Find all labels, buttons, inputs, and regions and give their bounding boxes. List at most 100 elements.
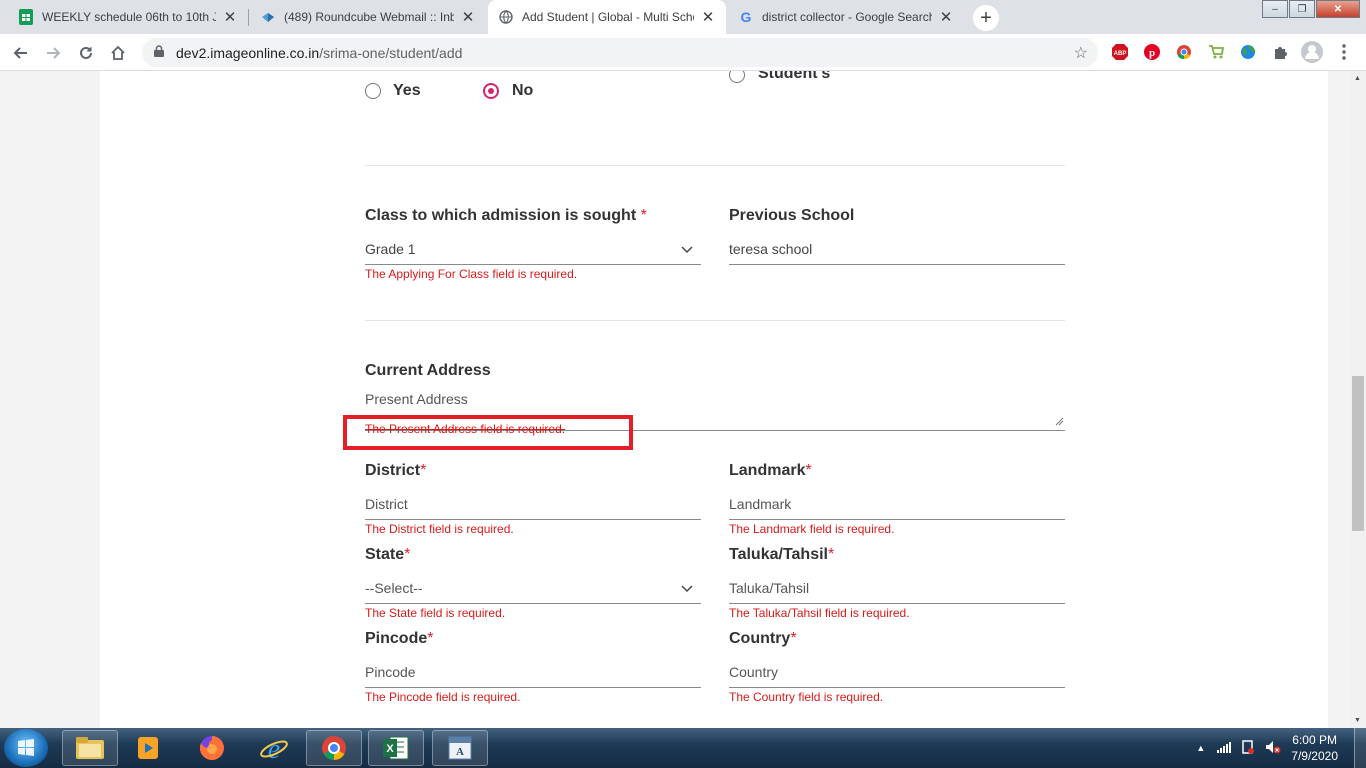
tab-title: Add Student | Global - Multi School — [522, 10, 694, 24]
taluka-placeholder: Taluka/Tahsil — [729, 580, 810, 596]
close-tab-icon[interactable]: ✕ — [938, 9, 954, 26]
country-error: The Country field is required. — [729, 690, 884, 704]
clock-date: 7/9/2020 — [1291, 749, 1338, 763]
svg-text:X: X — [386, 743, 394, 755]
previous-school-input[interactable]: teresa school — [729, 235, 1065, 265]
chrome-taskbar-icon[interactable] — [306, 730, 362, 766]
clock[interactable]: 6:00 PM 7/9/2020 — [1291, 732, 1338, 764]
url-host: dev2.imageonline.co.in — [176, 44, 320, 61]
scroll-down-arrow-icon[interactable]: ▼ — [1354, 717, 1361, 724]
close-window-button[interactable]: ✕ — [1316, 0, 1360, 18]
start-button[interactable] — [4, 729, 48, 767]
tab-title: (489) Roundcube Webmail :: Inbox — [284, 10, 454, 24]
bookmark-star-icon[interactable]: ☆ — [1074, 43, 1088, 63]
window-controls: – ❐ ✕ — [1261, 0, 1360, 18]
class-label: Class to which admission is sought * — [365, 207, 647, 224]
maximize-button[interactable]: ❐ — [1289, 0, 1315, 18]
student-form: Yes No Student's Class to which admissio… — [100, 71, 1328, 728]
home-icon[interactable] — [104, 39, 132, 67]
taluka-label: Taluka/Tahsil* — [729, 546, 835, 563]
browser-toolbar: dev2.imageonline.co.in/srima-one/student… — [0, 34, 1366, 71]
google-sheets-icon — [18, 9, 34, 25]
internet-explorer-icon[interactable]: e — [246, 730, 302, 766]
previous-school-label: Previous School — [729, 207, 855, 224]
taluka-error: The Taluka/Tahsil field is required. — [729, 606, 910, 620]
required-mark: * — [640, 207, 647, 224]
tab-weekly-schedule[interactable]: WEEKLY schedule 06th to 10th July ✕ — [8, 0, 248, 34]
back-arrow-icon[interactable] — [6, 39, 34, 67]
show-desktop-button[interactable] — [1354, 728, 1366, 768]
close-tab-icon[interactable]: ✕ — [700, 9, 716, 26]
adblock-plus-icon[interactable]: ABP — [1110, 42, 1130, 62]
minimize-button[interactable]: – — [1262, 0, 1288, 18]
state-label: State* — [365, 546, 411, 563]
lock-icon[interactable] — [154, 45, 166, 60]
tab-separator — [248, 9, 249, 26]
show-hidden-icons-icon[interactable]: ▲ — [1196, 743, 1205, 753]
close-tab-icon[interactable]: ✕ — [460, 9, 476, 26]
system-tray: ▲ 6:00 PM 7/9/2020 — [1196, 728, 1366, 768]
reload-icon[interactable] — [72, 39, 100, 67]
globe-icon — [498, 9, 514, 25]
tab-google-search[interactable]: G district collector - Google Search ✕ — [728, 0, 964, 34]
puzzle-icon[interactable] — [1270, 42, 1290, 62]
tab-add-student[interactable]: Add Student | Global - Multi School ✕ — [488, 0, 726, 34]
windows-taskbar: e X A ▲ 6:00 PM 7/9/2020 — [0, 728, 1366, 768]
action-center-flag-icon[interactable] — [1241, 739, 1255, 757]
shopping-cart-icon[interactable] — [1206, 42, 1226, 62]
new-tab-button[interactable]: + — [973, 5, 999, 31]
previous-school-value: teresa school — [729, 241, 813, 257]
clock-time: 6:00 PM — [1292, 733, 1337, 747]
forward-arrow-icon[interactable] — [40, 39, 68, 67]
page-scrollbar[interactable]: ▲ ▼ — [1350, 71, 1366, 728]
radio-students[interactable] — [729, 71, 745, 83]
district-input[interactable]: District — [365, 490, 701, 520]
landmark-input[interactable]: Landmark — [729, 490, 1065, 520]
required-mark: * — [404, 546, 411, 563]
page-viewport: Yes No Student's Class to which admissio… — [0, 71, 1350, 728]
file-explorer-icon[interactable] — [62, 730, 118, 766]
radio-yes[interactable] — [365, 83, 381, 99]
tab-title: WEEKLY schedule 06th to 10th July — [42, 10, 216, 24]
class-select[interactable]: Grade 1 — [365, 235, 701, 265]
globe-extension-icon[interactable] — [1238, 42, 1258, 62]
svg-text:ABP: ABP — [1114, 51, 1127, 57]
scrollbar-thumb[interactable] — [1352, 376, 1364, 531]
address-bar[interactable]: dev2.imageonline.co.in/srima-one/student… — [142, 38, 1098, 67]
pincode-input[interactable]: Pincode — [365, 658, 701, 688]
svg-text:p: p — [1149, 47, 1155, 59]
chevron-down-icon — [681, 580, 693, 593]
profile-avatar-icon[interactable] — [1300, 40, 1324, 64]
menu-kebab-icon[interactable] — [1334, 42, 1354, 62]
scroll-up-arrow-icon[interactable]: ▲ — [1354, 75, 1361, 82]
landmark-placeholder: Landmark — [729, 496, 792, 512]
pinterest-icon[interactable]: p — [1142, 42, 1162, 62]
firefox-icon[interactable] — [184, 730, 240, 766]
required-mark: * — [805, 462, 812, 479]
country-input[interactable]: Country — [729, 658, 1065, 688]
url-path: /srima-one/student/add — [319, 44, 463, 61]
class-error: The Applying For Class field is required… — [365, 267, 578, 281]
taluka-input[interactable]: Taluka/Tahsil — [729, 574, 1065, 604]
country-label: Country* — [729, 630, 797, 647]
roundcube-icon — [260, 9, 276, 25]
divider — [365, 165, 1065, 166]
radio-no[interactable] — [483, 83, 499, 99]
state-error: The State field is required. — [365, 606, 506, 620]
country-placeholder: Country — [729, 664, 779, 680]
chrome-extension-icon[interactable] — [1174, 42, 1194, 62]
speaker-muted-icon[interactable] — [1265, 740, 1281, 757]
resize-handle-icon[interactable] — [1055, 413, 1064, 429]
state-select[interactable]: --Select-- — [365, 574, 701, 604]
network-signal-icon[interactable] — [1217, 741, 1232, 756]
document-app-icon[interactable]: A — [432, 730, 488, 766]
excel-icon[interactable]: X — [368, 730, 424, 766]
tab-title: district collector - Google Search — [762, 10, 932, 24]
tab-strip: WEEKLY schedule 06th to 10th July ✕ (489… — [0, 0, 1366, 34]
media-player-icon[interactable] — [120, 730, 176, 766]
pincode-placeholder: Pincode — [365, 664, 416, 680]
landmark-label: Landmark* — [729, 462, 812, 479]
close-tab-icon[interactable]: ✕ — [222, 9, 238, 26]
tab-roundcube[interactable]: (489) Roundcube Webmail :: Inbox ✕ — [250, 0, 486, 34]
pincode-error: The Pincode field is required. — [365, 690, 521, 704]
